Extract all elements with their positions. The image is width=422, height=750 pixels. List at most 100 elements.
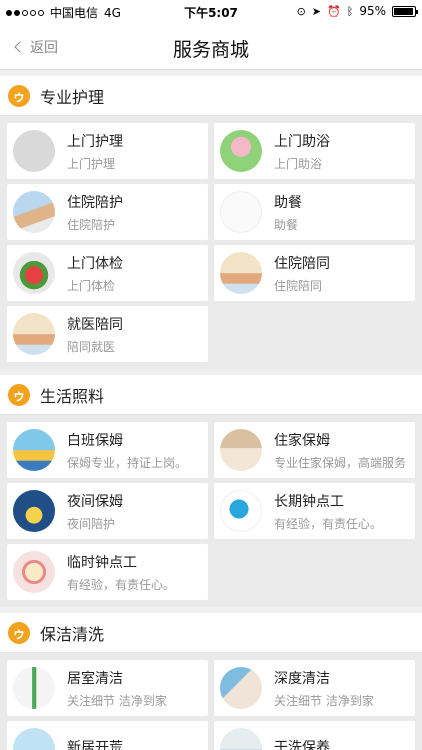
service-card[interactable]: 夜间保姆 夜间陪护	[7, 483, 208, 539]
day-nanny-thumb	[13, 429, 55, 471]
service-card-text: 深度清洁关注细节 洁净到家	[274, 668, 374, 709]
bath-thumb	[220, 130, 262, 172]
service-grid: 居室清洁 关注细节 洁净到家 深度清洁 关注细节 洁净到家 新居开荒 干洗保养	[0, 653, 422, 750]
service-subtitle: 有经验，有责任心。	[67, 577, 176, 592]
service-subtitle: 住院陪护	[67, 217, 116, 232]
service-title: 助餐	[274, 194, 302, 211]
service-card[interactable]: 临时钟点工有经验，有责任心。	[7, 544, 208, 600]
service-card-text: 上门助浴 上门助浴	[274, 131, 330, 172]
service-card[interactable]: 上门助浴 上门助浴	[214, 123, 415, 179]
service-title: 住家保姆	[274, 432, 330, 449]
ai-logo-icon: ゥ	[8, 621, 30, 644]
service-card[interactable]: 干洗保养	[214, 721, 415, 750]
service-title: 白班保姆	[67, 432, 123, 449]
service-title: 深度清洁	[274, 670, 330, 687]
service-subtitle: 有经验，有责任心。	[274, 516, 383, 531]
medical-cross-thumb	[13, 252, 55, 294]
service-title: 住院陪护	[67, 194, 123, 211]
service-card[interactable]: 白班保姆保姆专业，持证上岗。	[7, 422, 208, 478]
new-home-thumb	[13, 728, 55, 750]
service-card[interactable]: 深度清洁关注细节 洁净到家	[214, 660, 415, 716]
service-title: 干洗保养	[274, 740, 330, 750]
rotation-lock-icon: ⊙	[296, 4, 306, 18]
service-title: 就医陪同	[67, 316, 123, 333]
section-header: ゥ专业护理	[0, 76, 422, 116]
service-card[interactable]: 新居开荒	[7, 721, 208, 750]
service-card-text: 白班保姆保姆专业，持证上岗。	[67, 430, 187, 471]
service-subtitle: 上门体检	[67, 278, 116, 293]
alarm-clock-thumb	[13, 551, 55, 593]
service-title: 上门体检	[67, 255, 123, 272]
service-card[interactable]: 居室清洁关注细节 洁净到家	[7, 660, 208, 716]
status-bar: 中国电信 4G 下午5:07 ⊙ ➤ ⏰ ᛒ 95%	[0, 0, 422, 24]
service-title: 上门助浴	[274, 133, 330, 150]
page-title: 服务商城	[172, 39, 249, 61]
service-card-text: 助餐 助餐	[274, 192, 302, 233]
service-list: ゥ专业护理 上门护理 上门护理 上门助浴 上门助浴 住院陪护 住院陪护 助餐 助餐 上门体检 上门体…	[0, 76, 422, 750]
service-subtitle: 上门护理	[67, 156, 116, 171]
service-title: 上门护理	[67, 133, 123, 150]
service-card-text: 就医陪同 陪同就医	[67, 314, 123, 355]
battery-fill	[394, 7, 413, 15]
service-subtitle: 专业住家保姆，高端服务	[274, 455, 407, 470]
alarm-icon: ⏰	[327, 4, 341, 18]
service-card-text: 夜间保姆 夜间陪护	[67, 491, 123, 532]
bluetooth-icon: ᛒ	[346, 4, 354, 18]
dry-clean-thumb	[220, 728, 262, 750]
section-title: 保洁清洗	[40, 624, 105, 644]
service-title: 长期钟点工	[274, 493, 344, 510]
service-card[interactable]: 上门护理 上门护理	[7, 123, 208, 179]
location-icon: ➤	[311, 4, 322, 18]
service-card[interactable]: 上门体检 上门体检	[7, 245, 208, 301]
service-card[interactable]: 就医陪同 陪同就医	[7, 306, 208, 362]
elderly-couple-thumb	[13, 313, 55, 355]
long-term-worker-thumb	[220, 490, 262, 532]
service-title: 夜间保姆	[67, 493, 123, 510]
night-nanny-thumb	[13, 490, 55, 532]
service-card-text: 干洗保养	[274, 737, 330, 750]
service-card[interactable]: 住院陪同 住院陪同	[214, 245, 415, 301]
cutlery-thumb	[220, 191, 262, 233]
service-title: 临时钟点工	[67, 554, 137, 571]
battery-percent: 95%	[359, 4, 386, 18]
service-card-text: 上门护理 上门护理	[67, 131, 123, 172]
service-subtitle: 助餐	[274, 217, 299, 232]
nav-bar: 返回 服务商城	[0, 24, 422, 70]
service-title: 新居开荒	[67, 740, 123, 750]
service-subtitle: 关注细节 洁净到家	[67, 693, 167, 708]
service-grid: 上门护理 上门护理 上门助浴 上门助浴 住院陪护 住院陪护 助餐 助餐 上门体检 上门体检 住院陪同…	[0, 116, 422, 369]
service-card[interactable]: 住院陪护 住院陪护	[7, 184, 208, 240]
ai-logo-icon: ゥ	[8, 383, 30, 406]
placeholder-logo-thumb	[13, 130, 55, 172]
service-card-text: 居室清洁关注细节 洁净到家	[67, 668, 167, 709]
service-title: 住院陪同	[274, 255, 330, 272]
status-right: ⊙ ➤ ⏰ ᛒ 95%	[296, 4, 418, 18]
caregiver-thumb	[13, 191, 55, 233]
service-subtitle: 夜间陪护	[67, 516, 116, 531]
section-title: 生活照料	[40, 386, 105, 406]
service-card[interactable]: 住家保姆专业住家保姆，高端服务	[214, 422, 415, 478]
mop-thumb	[13, 667, 55, 709]
service-grid: 白班保姆 保姆专业，持证上岗。 住家保姆 专业住家保姆，高端服务 夜间保姆 夜间陪护 长期钟…	[0, 415, 422, 607]
section-header: ゥ生活照料	[0, 375, 422, 415]
service-card-text: 住院陪护 住院陪护	[67, 192, 123, 233]
service-subtitle: 陪同就医	[67, 339, 116, 354]
service-card-text: 临时钟点工有经验，有责任心。	[67, 552, 175, 593]
service-subtitle: 住院陪同	[274, 278, 323, 293]
deep-clean-thumb	[220, 667, 262, 709]
elderly-couple-thumb	[220, 252, 262, 294]
battery-icon	[392, 5, 418, 17]
section-title: 专业护理	[40, 87, 105, 107]
service-subtitle: 上门助浴	[274, 156, 323, 171]
ai-logo-icon: ゥ	[8, 84, 30, 107]
service-card-text: 住院陪同 住院陪同	[274, 253, 330, 294]
service-card[interactable]: 长期钟点工有经验，有责任心。	[214, 483, 415, 539]
service-card-text: 新居开荒	[67, 737, 123, 750]
service-card[interactable]: 助餐 助餐	[214, 184, 415, 240]
live-in-nanny-thumb	[220, 429, 262, 471]
service-subtitle: 关注细节 洁净到家	[274, 693, 374, 708]
service-subtitle: 保姆专业，持证上岗。	[67, 455, 188, 470]
service-card-text: 上门体检 上门体检	[67, 253, 123, 294]
section-header: ゥ保洁清洗	[0, 613, 422, 653]
service-title: 居室清洁	[67, 670, 123, 687]
